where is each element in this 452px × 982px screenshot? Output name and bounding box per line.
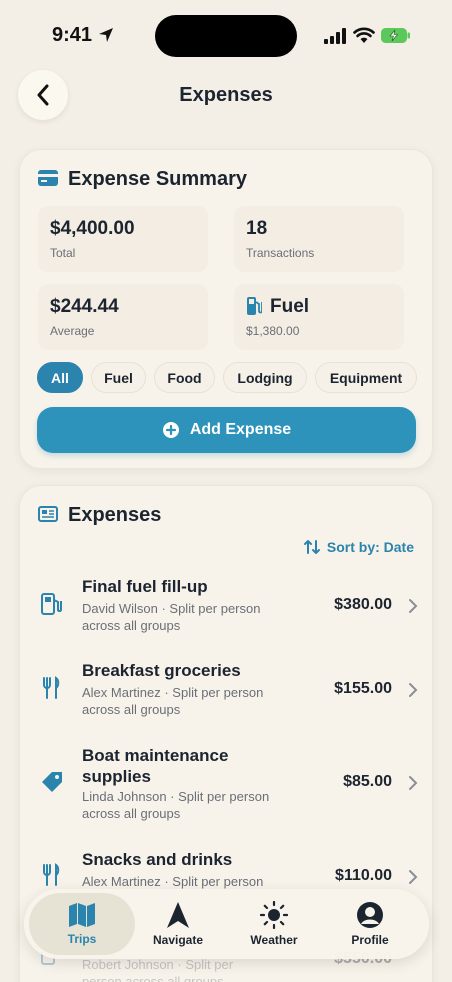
wifi-icon [353, 27, 375, 43]
sort-arrows-icon [303, 540, 320, 554]
tab-navigate[interactable]: Navigate [125, 893, 231, 955]
add-expense-label: Add Expense [189, 421, 292, 438]
filter-equipment[interactable]: Equipment [315, 362, 417, 393]
expense-subtitle: Alex Martinez · Split per person across … [82, 685, 264, 717]
plus-circle-icon [162, 422, 179, 438]
tab-label: Profile [351, 933, 389, 947]
total-value: $4,400.00 [50, 218, 135, 239]
transactions-stat: 18 Transactions [234, 206, 404, 272]
expense-row[interactable]: Final fuel fill-up David Wilson · Split … [20, 574, 434, 638]
add-expense-button[interactable]: Add Expense [37, 407, 416, 453]
expense-subtitle: Robert Johnson · Split per person across… [82, 957, 234, 982]
chevron-right-icon [409, 870, 418, 884]
average-value: $244.44 [50, 296, 119, 317]
person-icon [357, 902, 383, 928]
location-arrow-icon [99, 28, 113, 42]
status-bar: 9:41 [0, 0, 452, 72]
tab-weather[interactable]: Weather [221, 893, 327, 955]
total-label: Total [50, 246, 76, 260]
sort-label: Sort by: Date [326, 539, 414, 555]
sun-icon [260, 901, 288, 929]
credit-card-icon [38, 170, 58, 186]
chevron-right-icon [409, 683, 418, 697]
expenses-title: Expenses [68, 504, 162, 526]
expense-subtitle: Alex Martinez · Split per person [82, 874, 264, 889]
average-stat: $244.44 Average [38, 284, 208, 350]
expense-title: Boat maintenance supplies [82, 746, 229, 786]
expense-amount: $110.00 [335, 867, 392, 884]
chevron-right-icon [409, 776, 418, 790]
sort-button[interactable]: Sort by: Date [303, 539, 414, 555]
page-title: Expenses [179, 84, 273, 106]
transactions-label: Transactions [246, 246, 315, 260]
fork-knife-icon [43, 863, 60, 886]
expense-row[interactable]: Boat maintenance supplies Linda Johnson … [20, 743, 434, 823]
status-time: 9:41 [52, 24, 93, 46]
navigation-arrow-icon [167, 902, 189, 928]
expense-amount: $380.00 [334, 596, 392, 613]
expense-title: Breakfast groceries [82, 661, 241, 680]
filter-lodging[interactable]: Lodging [223, 362, 307, 393]
chevron-right-icon [409, 599, 418, 613]
average-label: Average [50, 324, 95, 338]
top-category-value: Fuel [270, 296, 310, 317]
fork-knife-icon [43, 676, 60, 699]
tab-label: Trips [67, 932, 97, 946]
filter-all[interactable]: All [37, 362, 83, 393]
filter-food[interactable]: Food [154, 362, 215, 393]
dynamic-island [155, 15, 297, 57]
tab-bar: Trips Navigate Weather Profile [24, 889, 429, 959]
transactions-value: 18 [246, 218, 268, 239]
top-category-stat: Fuel $1,380.00 [234, 284, 404, 350]
tab-profile[interactable]: Profile [317, 893, 423, 955]
summary-title: Expense Summary [68, 168, 247, 190]
total-stat: $4,400.00 Total [38, 206, 208, 272]
filter-fuel[interactable]: Fuel [91, 362, 146, 393]
tab-trips[interactable]: Trips [29, 893, 135, 955]
expense-subtitle: Linda Johnson · Split per person across … [82, 789, 270, 821]
top-category-amount: $1,380.00 [246, 324, 300, 338]
expense-subtitle: David Wilson · Split per person across a… [82, 601, 261, 633]
fuel-pump-icon [41, 593, 62, 615]
map-icon [69, 903, 95, 927]
expense-amount: $155.00 [334, 680, 392, 697]
tab-label: Navigate [152, 933, 204, 947]
cellular-signal-icon [324, 28, 346, 44]
expense-row[interactable]: Breakfast groceries Alex Martinez · Spli… [20, 658, 434, 722]
expense-title: Snacks and drinks [82, 850, 233, 869]
tag-icon [42, 772, 62, 792]
expense-amount: $85.00 [343, 773, 392, 790]
battery-charging-icon [381, 28, 410, 43]
fuel-pump-icon [247, 297, 262, 315]
tab-label: Weather [250, 933, 298, 947]
list-icon [38, 506, 58, 522]
expense-summary-card: Expense Summary $4,400.00 Total 18 Trans… [19, 149, 433, 469]
expense-title: Final fuel fill-up [82, 577, 208, 596]
